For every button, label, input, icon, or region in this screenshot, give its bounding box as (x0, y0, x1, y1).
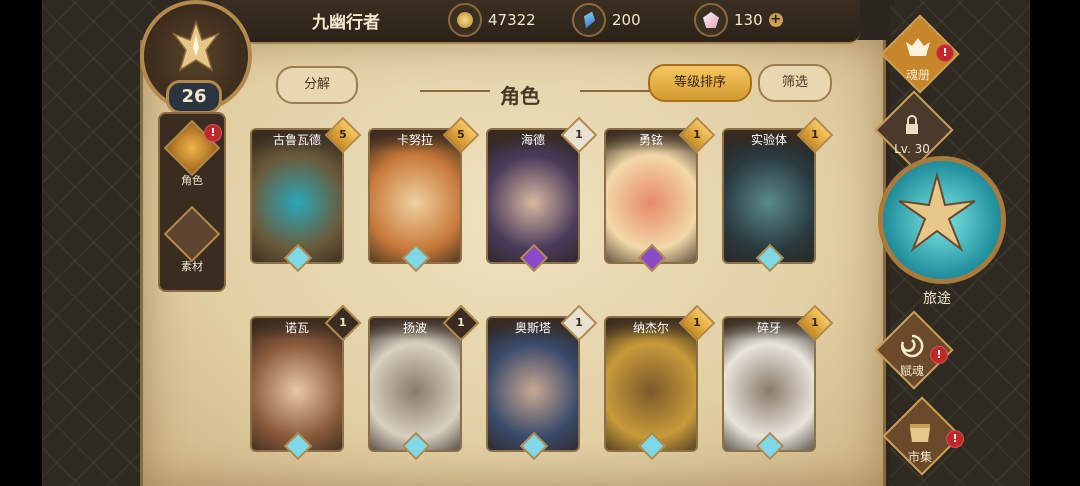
sort-by-level-button[interactable]: 等级排序 (648, 64, 752, 102)
lock-icon (906, 115, 918, 134)
left-letterbox (0, 0, 42, 486)
tab-materials[interactable]: 素材 (163, 205, 221, 276)
market-label: 市集 (907, 450, 932, 464)
swirl-icon (900, 334, 924, 358)
title-ornament-right (580, 90, 650, 92)
hero-card[interactable]: 古鲁瓦德 5 (250, 116, 362, 273)
alert-icon: ! (936, 44, 954, 62)
hero-card[interactable]: 实验体 1 (722, 116, 834, 273)
player-level-badge: 26 (166, 80, 222, 114)
market-button[interactable]: 市集 ! (880, 396, 964, 476)
filter-button[interactable]: 筛选 (758, 64, 832, 102)
unlock-level-label: Lv. 30 (894, 142, 930, 156)
disassemble-button[interactable]: 分解 (276, 66, 358, 104)
journey-button[interactable]: 旅途 (878, 156, 1006, 307)
gold-coin-icon (448, 3, 482, 37)
alert-icon: ! (946, 430, 964, 448)
star-level-value: 1 (811, 128, 819, 141)
star-level-value: 1 (575, 128, 583, 141)
tab-heroes[interactable]: 角色 ! (163, 119, 222, 190)
crystal-icon (694, 3, 728, 37)
section-title: 角色 (500, 84, 540, 108)
side-tab-bar: 角色 ! 素材 (158, 112, 226, 292)
hero-card[interactable]: 勇铉 1 (604, 116, 716, 273)
gem-resource: 200 (572, 3, 641, 37)
hero-card[interactable]: 扬波 1 (368, 304, 480, 461)
star-level-value: 1 (339, 316, 347, 329)
soul-gift-button[interactable]: 赋魂 ! (872, 310, 954, 390)
title-ornament-left (420, 90, 490, 92)
locked-feature-button[interactable]: Lv. 30 (872, 90, 954, 170)
journey-label: 旅途 (923, 291, 951, 307)
star-level-value: 1 (693, 316, 701, 329)
hero-card[interactable]: 碎牙 1 (722, 304, 834, 461)
hero-card[interactable]: 诺瓦 1 (250, 304, 362, 461)
player-name: 九幽行者 (312, 13, 380, 33)
star-level-value: 1 (575, 316, 583, 329)
crystal-amount: 130 (734, 11, 763, 29)
material-icon (163, 205, 221, 263)
gem-amount: 200 (612, 11, 641, 29)
gold-amount: 47322 (488, 11, 536, 29)
crystal-resource[interactable]: 130 + (694, 3, 783, 37)
star-level-value: 1 (693, 128, 701, 141)
market-icon (910, 424, 930, 442)
star-level-value: 1 (811, 316, 819, 329)
star-level-value: 5 (457, 128, 465, 141)
soul-book-icon (906, 38, 930, 56)
blue-gem-icon (572, 3, 606, 37)
compass-emblem-icon (878, 156, 1006, 284)
add-crystal-icon[interactable]: + (768, 13, 783, 27)
alert-icon: ! (204, 124, 222, 142)
soul-book-label: 魂册 (905, 68, 930, 82)
right-letterbox (1030, 0, 1080, 486)
hero-card[interactable]: 海德 1 (486, 116, 598, 273)
soul-gift-label: 赋魂 (899, 364, 924, 378)
hero-card[interactable]: 纳杰尔 1 (604, 304, 716, 461)
hero-card[interactable]: 卡努拉 5 (368, 116, 480, 273)
star-level-value: 5 (339, 128, 347, 141)
soul-book-button[interactable]: 魂册 ! (878, 14, 960, 94)
crest-icon (172, 20, 220, 72)
hero-card[interactable]: 奥斯塔 1 (486, 304, 598, 461)
star-level-value: 1 (457, 316, 465, 329)
gold-resource: 47322 (448, 3, 536, 37)
